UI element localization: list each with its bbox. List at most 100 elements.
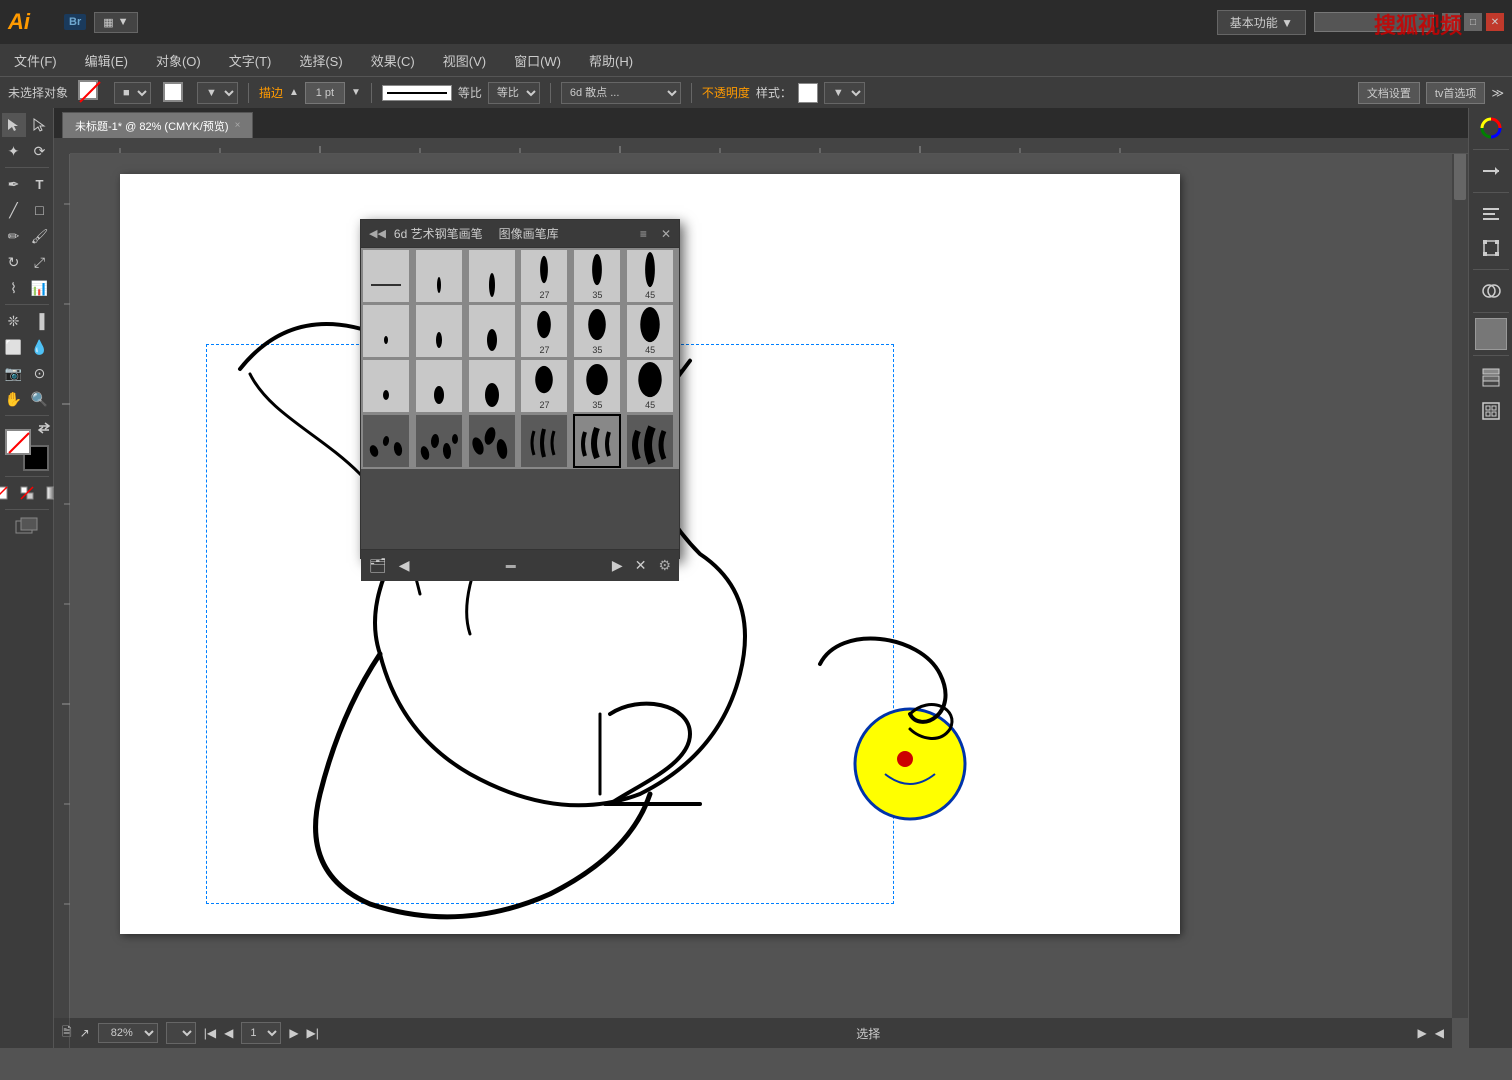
pen-tool-button[interactable]: ✒: [2, 172, 26, 196]
stroke-down-arrow[interactable]: ▼: [351, 87, 361, 98]
close-button[interactable]: ✕: [1486, 13, 1504, 31]
rect-tool-button[interactable]: □: [28, 198, 52, 222]
stroke-color-area[interactable]: [78, 80, 104, 106]
next-page-button[interactable]: ▶: [289, 1026, 298, 1040]
brush-cell-1-2[interactable]: [468, 304, 516, 358]
brush-cell-3-4[interactable]: [573, 414, 621, 468]
brush-delete-button[interactable]: ✕: [635, 557, 647, 574]
eyedropper-tool-button[interactable]: 💧: [28, 335, 52, 359]
brush-cell-3-0[interactable]: [362, 414, 410, 468]
nav-right-button[interactable]: ▶: [1418, 1026, 1427, 1040]
brush-cell-0-3[interactable]: 27: [520, 249, 568, 303]
menu-text[interactable]: 文字(T): [223, 47, 278, 74]
stroke-up-arrow[interactable]: ▲: [289, 87, 299, 98]
menu-select[interactable]: 选择(S): [293, 47, 348, 74]
brush-panel-menu-button[interactable]: ≡: [640, 227, 647, 241]
graph-tool-button[interactable]: 📊: [28, 276, 52, 300]
zoom-tool-button[interactable]: 🔍: [28, 387, 52, 411]
text-tool-button[interactable]: T: [28, 172, 52, 196]
nav-left-button[interactable]: ◀: [1435, 1026, 1444, 1040]
brush-cell-3-1[interactable]: [415, 414, 463, 468]
menu-object[interactable]: 对象(O): [150, 47, 207, 74]
options-more-icon[interactable]: ≫: [1491, 86, 1504, 100]
brush-cell-2-2[interactable]: [468, 359, 516, 413]
style-select[interactable]: ▼: [824, 82, 865, 104]
last-page-button[interactable]: ▶|: [307, 1026, 319, 1040]
brush-options-button[interactable]: ⚙: [658, 557, 671, 574]
brush-panel-close-button[interactable]: ✕: [661, 227, 671, 241]
brush-panel-title2[interactable]: 图像画笔库: [499, 225, 559, 242]
camera-tool-button[interactable]: 📷: [2, 361, 26, 385]
menu-help[interactable]: 帮助(H): [583, 47, 639, 74]
artboards-button[interactable]: [1475, 395, 1507, 427]
zoom-select[interactable]: 82%: [98, 1023, 158, 1043]
doc-setup-button[interactable]: 文档设置: [1358, 82, 1420, 104]
menu-window[interactable]: 窗口(W): [508, 47, 567, 74]
foreground-color-swatch[interactable]: [5, 429, 31, 455]
brush-cell-0-5[interactable]: 45: [626, 249, 674, 303]
brush-cell-3-2[interactable]: [468, 414, 516, 468]
brush-panel-collapse[interactable]: ◀◀: [369, 227, 386, 240]
transform-button[interactable]: [1475, 232, 1507, 264]
tab-close-button[interactable]: ×: [235, 120, 241, 131]
symbol-tool-button[interactable]: ❊: [2, 309, 26, 333]
brush-cell-3-5[interactable]: [626, 414, 674, 468]
brush-cell-2-4[interactable]: 35: [573, 359, 621, 413]
brush-cell-0-2[interactable]: [468, 249, 516, 303]
brush-cell-3-3[interactable]: [520, 414, 568, 468]
brush-cell-2-3[interactable]: 27: [520, 359, 568, 413]
stroke-type-select[interactable]: 等比: [488, 82, 540, 104]
fill-select[interactable]: ▼: [197, 82, 238, 104]
stroke-color-select[interactable]: ■: [114, 82, 151, 104]
brush-next-button[interactable]: ▶: [612, 557, 623, 574]
stroke-dash-preview[interactable]: [382, 85, 452, 101]
column-chart-button[interactable]: ▐: [28, 309, 52, 333]
document-tab[interactable]: 未标题-1* @ 82% (CMYK/预览) ×: [62, 112, 253, 138]
zoom-dropdown[interactable]: ▼: [166, 1022, 196, 1044]
brush-cell-2-1[interactable]: [415, 359, 463, 413]
layout-switcher-button[interactable]: ▦ ▼: [94, 12, 137, 33]
artboard-tool-button[interactable]: ⬜: [2, 335, 26, 359]
scale-tool-button[interactable]: ⤢: [28, 250, 52, 274]
brush-cell-2-0[interactable]: [362, 359, 410, 413]
color-fill-button[interactable]: [15, 481, 39, 505]
layers-button[interactable]: [1475, 361, 1507, 393]
brush-cell-1-5[interactable]: 45: [626, 304, 674, 358]
stroke-weight-button[interactable]: [1475, 155, 1507, 187]
prev-page-button[interactable]: ◀: [224, 1026, 233, 1040]
vertical-scrollbar[interactable]: [1452, 138, 1468, 1018]
color-wheel-button[interactable]: [1475, 112, 1507, 144]
menu-effect[interactable]: 效果(C): [365, 47, 421, 74]
brush-cell-0-0[interactable]: [362, 249, 410, 303]
direct-selection-tool-button[interactable]: [28, 113, 52, 137]
align-button[interactable]: [1475, 198, 1507, 230]
brush-select[interactable]: 6d 散点 ...: [561, 82, 681, 104]
pencil-tool-button[interactable]: ✏: [2, 224, 26, 248]
swap-colors-icon[interactable]: [37, 421, 51, 435]
brush-cell-0-1[interactable]: [415, 249, 463, 303]
screen-mode-button[interactable]: [15, 514, 39, 538]
hand-tool-button[interactable]: ✋: [2, 387, 26, 411]
first-page-button[interactable]: |◀: [204, 1026, 216, 1040]
brush-prev-button[interactable]: ◀: [399, 557, 410, 574]
stroke-weight-input[interactable]: [305, 82, 345, 104]
brush-cell-0-4[interactable]: 35: [573, 249, 621, 303]
maximize-button[interactable]: □: [1464, 13, 1482, 31]
style-color-box[interactable]: [798, 83, 818, 103]
blob-brush-tool-button[interactable]: 🖌: [28, 224, 52, 248]
first-view-button[interactable]: tv首选项: [1426, 82, 1486, 104]
magic-wand-tool-button[interactable]: ✦: [2, 139, 26, 163]
none-fill-button[interactable]: [0, 481, 13, 505]
menu-view[interactable]: 视图(V): [437, 47, 492, 74]
menu-edit[interactable]: 编辑(E): [79, 47, 134, 74]
export-icon[interactable]: ↗: [80, 1026, 90, 1040]
brush-panel-title1[interactable]: 6d 艺术钢笔画笔: [394, 225, 483, 242]
brush-cell-1-0[interactable]: [362, 304, 410, 358]
brush-cell-1-3[interactable]: 27: [520, 304, 568, 358]
page-select[interactable]: 1: [241, 1022, 281, 1044]
selection-tool-button[interactable]: [2, 113, 26, 137]
br-logo[interactable]: Br: [64, 14, 86, 30]
fill-shape-area[interactable]: [161, 80, 187, 106]
rotate-tool-button[interactable]: ↻: [2, 250, 26, 274]
menu-file[interactable]: 文件(F): [8, 47, 63, 74]
